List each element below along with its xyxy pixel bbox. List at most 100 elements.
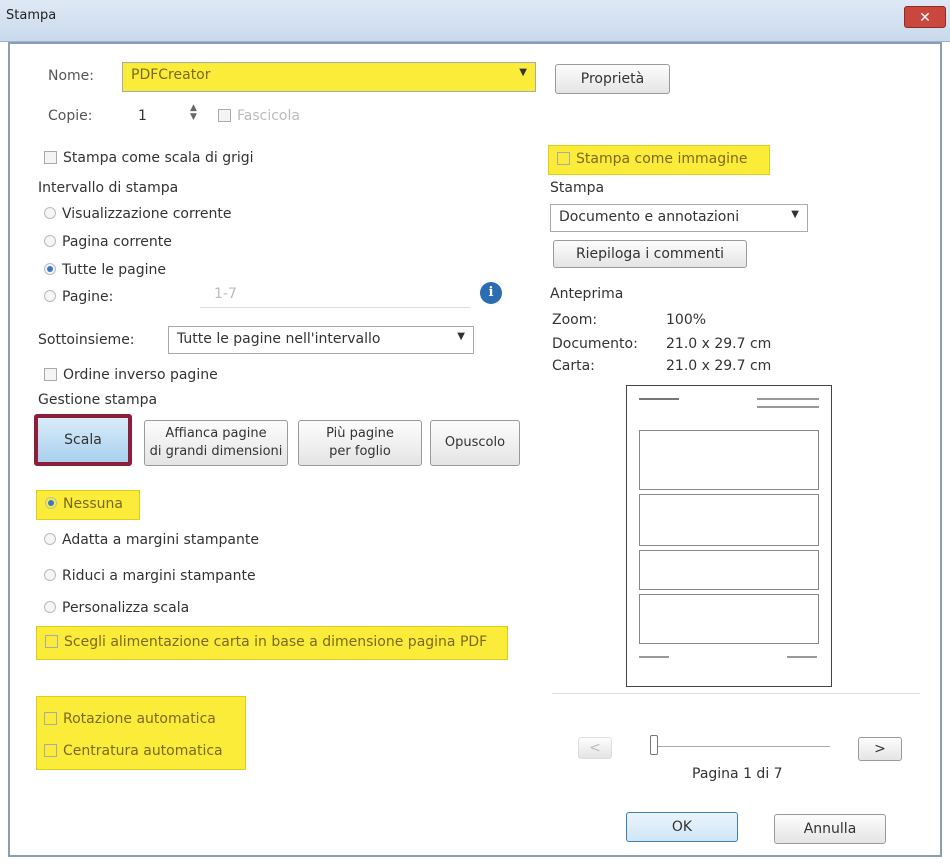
grayscale-check-icon — [44, 151, 57, 164]
prev-page-button[interactable]: < — [578, 737, 612, 759]
radio-icon — [44, 207, 56, 219]
collate-checkbox[interactable]: Fascicola — [218, 108, 300, 124]
auto-rotate-check-icon — [44, 712, 57, 725]
page-slider-track[interactable] — [650, 746, 830, 747]
preview-block — [639, 430, 819, 490]
radio-current-view[interactable]: Visualizzazione corrente — [44, 206, 232, 222]
radio-scaling-shrink[interactable]: Riduci a margini stampante — [44, 568, 256, 584]
preview-line — [757, 398, 819, 400]
summarize-comments-button[interactable]: Riepiloga i commenti — [553, 240, 747, 268]
properties-button[interactable]: Proprietà — [555, 64, 670, 94]
current-view-label: Visualizzazione corrente — [62, 206, 232, 222]
radio-selected-icon — [45, 497, 57, 509]
next-page-button[interactable]: > — [858, 737, 902, 761]
zoom-value: 100% — [666, 312, 707, 328]
collate-label: Fascicola — [237, 108, 300, 124]
grayscale-label: Stampa come scala di grigi — [63, 150, 254, 166]
auto-center-check-icon — [44, 744, 57, 757]
radio-icon — [44, 290, 56, 302]
radio-current-page[interactable]: Pagina corrente — [44, 234, 172, 250]
scaling-custom-label: Personalizza scala — [62, 600, 190, 616]
paper-size: 21.0 x 29.7 cm — [666, 358, 772, 374]
tile-button[interactable]: Affianca pagine di grandi dimensioni — [144, 420, 288, 466]
radio-icon — [44, 569, 56, 581]
paper-source-check-icon — [45, 635, 58, 648]
auto-center-checkbox[interactable]: Centratura automatica — [44, 743, 223, 759]
radio-scaling-custom[interactable]: Personalizza scala — [44, 600, 189, 616]
page-indicator: Pagina 1 di 7 — [692, 766, 783, 782]
printer-value: PDFCreator — [131, 67, 211, 83]
radio-pages[interactable]: Pagine: — [44, 289, 113, 305]
radio-scaling-fit[interactable]: Adatta a margini stampante — [44, 532, 259, 548]
current-page-label: Pagina corrente — [62, 234, 172, 250]
auto-rotate-label: Rotazione automatica — [63, 711, 216, 727]
printer-select[interactable]: PDFCreator ▼ — [122, 62, 536, 92]
paper-source-label: Scegli alimentazione carta in base a dim… — [64, 634, 488, 650]
multiple-line2: per foglio — [329, 444, 391, 459]
separator — [552, 693, 920, 694]
print-as-image-label: Stampa come immagine — [576, 151, 748, 167]
multiple-pages-button[interactable]: Più pagine per foglio — [298, 420, 422, 466]
radio-all-pages[interactable]: Tutte le pagine — [44, 262, 166, 278]
booklet-button[interactable]: Opuscolo — [430, 420, 520, 466]
info-icon[interactable]: i — [480, 282, 502, 304]
all-pages-label: Tutte le pagine — [62, 262, 167, 278]
print-what-select[interactable]: Documento e annotazioni ▼ — [550, 204, 808, 232]
copies-input[interactable]: 1 — [138, 108, 147, 124]
collate-check-icon — [218, 109, 231, 122]
print-as-image-checkbox[interactable]: Stampa come immagine — [548, 145, 770, 175]
cancel-button[interactable]: Annulla — [774, 814, 886, 844]
page-preview — [626, 385, 832, 687]
radio-icon — [44, 235, 56, 247]
document-label: Documento: — [552, 336, 638, 352]
preview-line — [757, 406, 819, 408]
title-bar: Stampa ✕ — [0, 0, 950, 42]
handling-title: Gestione stampa — [38, 392, 158, 408]
tile-line1: Affianca pagine — [165, 426, 267, 441]
auto-rotate-checkbox[interactable]: Rotazione automatica — [44, 711, 216, 727]
scale-button[interactable]: Scala — [34, 414, 132, 466]
reverse-checkbox[interactable]: Ordine inverso pagine — [44, 367, 218, 383]
radio-icon — [44, 601, 56, 613]
print-what-value: Documento e annotazioni — [559, 209, 740, 225]
chevron-down-icon: ▼ — [519, 67, 527, 78]
subset-value: Tutte le pagine nell'intervallo — [177, 331, 381, 347]
auto-center-label: Centratura automatica — [63, 743, 223, 759]
pages-input[interactable]: 1-7 — [200, 282, 470, 308]
pages-label: Pagine: — [62, 289, 114, 305]
scaling-shrink-label: Riduci a margini stampante — [62, 568, 256, 584]
preview-block — [639, 550, 819, 590]
reverse-check-icon — [44, 368, 57, 381]
preview-line — [787, 656, 817, 658]
preview-block — [639, 494, 819, 546]
subset-select[interactable]: Tutte le pagine nell'intervallo ▼ — [168, 326, 474, 354]
grayscale-checkbox[interactable]: Stampa come scala di grigi — [44, 150, 254, 166]
printer-label: Nome: — [48, 68, 95, 84]
chevron-down-icon: ▼ — [457, 331, 465, 342]
ok-button[interactable]: OK — [626, 812, 738, 842]
paper-label: Carta: — [552, 358, 595, 374]
radio-selected-icon — [44, 263, 56, 275]
print-what-label: Stampa — [550, 180, 605, 196]
document-size: 21.0 x 29.7 cm — [666, 336, 772, 352]
scaling-fit-label: Adatta a margini stampante — [62, 532, 259, 548]
subset-label: Sottoinsieme: — [38, 332, 135, 348]
reverse-label: Ordine inverso pagine — [63, 367, 218, 383]
page-slider-thumb[interactable] — [650, 735, 658, 755]
print-as-image-check-icon — [557, 152, 570, 165]
multiple-line1: Più pagine — [326, 426, 394, 441]
preview-title: Anteprima — [550, 286, 624, 302]
preview-line — [639, 398, 679, 400]
zoom-label: Zoom: — [552, 312, 598, 328]
copies-stepper[interactable]: ▲ ▼ — [190, 104, 197, 122]
tile-line2: di grandi dimensioni — [149, 444, 283, 459]
scaling-none-label: Nessuna — [63, 496, 123, 512]
radio-icon — [44, 533, 56, 545]
window-title: Stampa — [6, 8, 57, 23]
chevron-down-icon: ▼ — [791, 209, 799, 220]
preview-line — [639, 656, 669, 658]
close-button[interactable]: ✕ — [904, 6, 946, 28]
paper-source-checkbox[interactable]: Scegli alimentazione carta in base a dim… — [36, 626, 508, 660]
radio-scaling-none[interactable]: Nessuna — [36, 490, 140, 520]
range-title: Intervallo di stampa — [38, 180, 179, 196]
